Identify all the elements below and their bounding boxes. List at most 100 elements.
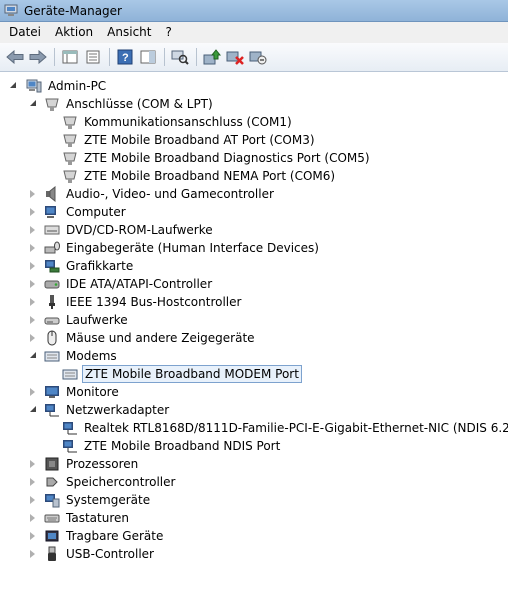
tree-node-label: Modems xyxy=(66,349,117,363)
collapsed-arrow-icon[interactable] xyxy=(30,262,35,270)
computer-icon xyxy=(44,204,60,220)
menu-bar: Datei Aktion Ansicht ? xyxy=(0,22,508,43)
expand-arrow-icon[interactable] xyxy=(30,352,36,358)
disk-drive-icon xyxy=(44,312,60,328)
tree-node-label: DVD/CD-ROM-Laufwerke xyxy=(66,223,213,237)
usb-icon xyxy=(44,546,60,562)
system-devices-icon xyxy=(44,492,60,508)
tree-node-audio[interactable]: Audio-, Video- und Gamecontroller xyxy=(30,185,276,203)
tree-node-processors[interactable]: Prozessoren xyxy=(30,455,140,473)
tree-leaf-realtek[interactable]: Realtek RTL8168D/8111D-Familie-PCI-E-Gig… xyxy=(62,419,508,437)
port-icon xyxy=(62,150,78,166)
tree-node-hid[interactable]: Eingabegeräte (Human Interface Devices) xyxy=(30,239,321,257)
expand-arrow-icon[interactable] xyxy=(30,406,36,412)
forward-arrow-icon[interactable] xyxy=(27,46,49,68)
menu-datei[interactable]: Datei xyxy=(2,23,48,42)
tree-leaf-com6[interactable]: ZTE Mobile Broadband NEMA Port (COM6) xyxy=(62,167,337,185)
tree-node-drives[interactable]: Laufwerke xyxy=(30,311,130,329)
title-bar: Geräte-Manager xyxy=(0,0,508,22)
tree-node-keyboards[interactable]: Tastaturen xyxy=(30,509,131,527)
properties-view-icon[interactable] xyxy=(59,46,81,68)
collapsed-arrow-icon[interactable] xyxy=(30,460,35,468)
scan-hardware-icon[interactable] xyxy=(169,46,191,68)
menu-ansicht[interactable]: Ansicht xyxy=(100,23,158,42)
collapsed-arrow-icon[interactable] xyxy=(30,208,35,216)
collapsed-arrow-icon[interactable] xyxy=(30,532,35,540)
tree-node-label: Laufwerke xyxy=(66,313,128,327)
back-arrow-icon[interactable] xyxy=(4,46,26,68)
tree-node-ieee1394[interactable]: IEEE 1394 Bus-Hostcontroller xyxy=(30,293,243,311)
help-icon[interactable]: ? xyxy=(114,46,136,68)
collapsed-arrow-icon[interactable] xyxy=(30,244,35,252)
collapsed-arrow-icon[interactable] xyxy=(30,478,35,486)
device-manager-app-icon xyxy=(4,4,19,18)
tree-root-admin-pc[interactable]: Admin-PC xyxy=(10,77,108,95)
tree-node-modems[interactable]: Modems xyxy=(30,347,119,365)
tree-node-monitors[interactable]: Monitore xyxy=(30,383,121,401)
tree-leaf-label: ZTE Mobile Broadband MODEM Port xyxy=(82,365,302,383)
collapsed-arrow-icon[interactable] xyxy=(30,316,35,324)
tree-node-label: IEEE 1394 Bus-Hostcontroller xyxy=(66,295,242,309)
tree-node-computer[interactable]: Computer xyxy=(30,203,128,221)
menu-help[interactable]: ? xyxy=(158,23,178,42)
collapsed-arrow-icon[interactable] xyxy=(30,280,35,288)
tree-node-network[interactable]: Netzwerkadapter xyxy=(30,401,171,419)
collapsed-arrow-icon[interactable] xyxy=(30,388,35,396)
tree-node-label: Tastaturen xyxy=(66,511,129,525)
hid-icon xyxy=(44,240,60,256)
expand-arrow-icon[interactable] xyxy=(10,82,16,88)
tree-node-label: Anschlüsse (COM & LPT) xyxy=(66,97,213,111)
portable-device-icon xyxy=(44,528,60,544)
tree-node-label: IDE ATA/ATAPI-Controller xyxy=(66,277,213,291)
collapsed-arrow-icon[interactable] xyxy=(30,226,35,234)
tree-node-label: Audio-, Video- und Gamecontroller xyxy=(66,187,274,201)
tree-node-system[interactable]: Systemgeräte xyxy=(30,491,152,509)
tree-leaf-label: ZTE Mobile Broadband NDIS Port xyxy=(84,439,281,453)
port-icon xyxy=(62,168,78,184)
toolbar-separator xyxy=(196,48,197,66)
uninstall-device-icon[interactable] xyxy=(247,46,269,68)
computer-icon xyxy=(26,78,42,94)
tree-node-storage[interactable]: Speichercontroller xyxy=(30,473,177,491)
collapsed-arrow-icon[interactable] xyxy=(30,190,35,198)
action-pane-icon[interactable] xyxy=(137,46,159,68)
tree-node-usb[interactable]: USB-Controller xyxy=(30,545,156,563)
show-hide-icon[interactable] xyxy=(82,46,104,68)
collapsed-arrow-icon[interactable] xyxy=(30,514,35,522)
tree-leaf-com3[interactable]: ZTE Mobile Broadband AT Port (COM3) xyxy=(62,131,317,149)
collapsed-arrow-icon[interactable] xyxy=(30,550,35,558)
menu-aktion[interactable]: Aktion xyxy=(48,23,100,42)
processor-icon xyxy=(44,456,60,472)
tree-leaf-com5[interactable]: ZTE Mobile Broadband Diagnostics Port (C… xyxy=(62,149,372,167)
tree-leaf-label: ZTE Mobile Broadband NEMA Port (COM6) xyxy=(84,169,336,183)
dvd-drive-icon xyxy=(44,222,60,238)
update-driver-icon[interactable] xyxy=(201,46,223,68)
disable-device-icon[interactable] xyxy=(224,46,246,68)
collapsed-arrow-icon[interactable] xyxy=(30,334,35,342)
tree-node-label: Computer xyxy=(66,205,126,219)
tree-leaf-zte-modem[interactable]: ZTE Mobile Broadband MODEM Port xyxy=(62,365,302,383)
collapsed-arrow-icon[interactable] xyxy=(30,496,35,504)
expand-arrow-icon[interactable] xyxy=(30,100,36,106)
tree-leaf-zte-ndis[interactable]: ZTE Mobile Broadband NDIS Port xyxy=(62,437,282,455)
tree-node-mice[interactable]: Mäuse und andere Zeigegeräte xyxy=(30,329,257,347)
tree-node-ports[interactable]: Anschlüsse (COM & LPT) xyxy=(30,95,215,113)
tree-node-ide[interactable]: IDE ATA/ATAPI-Controller xyxy=(30,275,214,293)
storage-controller-icon xyxy=(44,474,60,490)
network-adapter-icon xyxy=(62,438,78,454)
tree-node-label: Speichercontroller xyxy=(66,475,176,489)
collapsed-arrow-icon[interactable] xyxy=(30,298,35,306)
display-adapter-icon xyxy=(44,258,60,274)
toolbar-separator xyxy=(54,48,55,66)
tree-node-dvd[interactable]: DVD/CD-ROM-Laufwerke xyxy=(30,221,215,239)
tree-leaf-label: Kommunikationsanschluss (COM1) xyxy=(84,115,292,129)
svg-text:?: ? xyxy=(122,52,129,64)
firewire-icon xyxy=(44,294,60,310)
tree-node-graphics[interactable]: Grafikkarte xyxy=(30,257,135,275)
tree-root-label: Admin-PC xyxy=(48,79,107,93)
ide-controller-icon xyxy=(44,276,60,292)
tree-node-portable[interactable]: Tragbare Geräte xyxy=(30,527,165,545)
monitor-icon xyxy=(44,384,60,400)
tree-leaf-com1[interactable]: Kommunikationsanschluss (COM1) xyxy=(62,113,294,131)
tree-leaf-label: ZTE Mobile Broadband AT Port (COM3) xyxy=(84,133,315,147)
